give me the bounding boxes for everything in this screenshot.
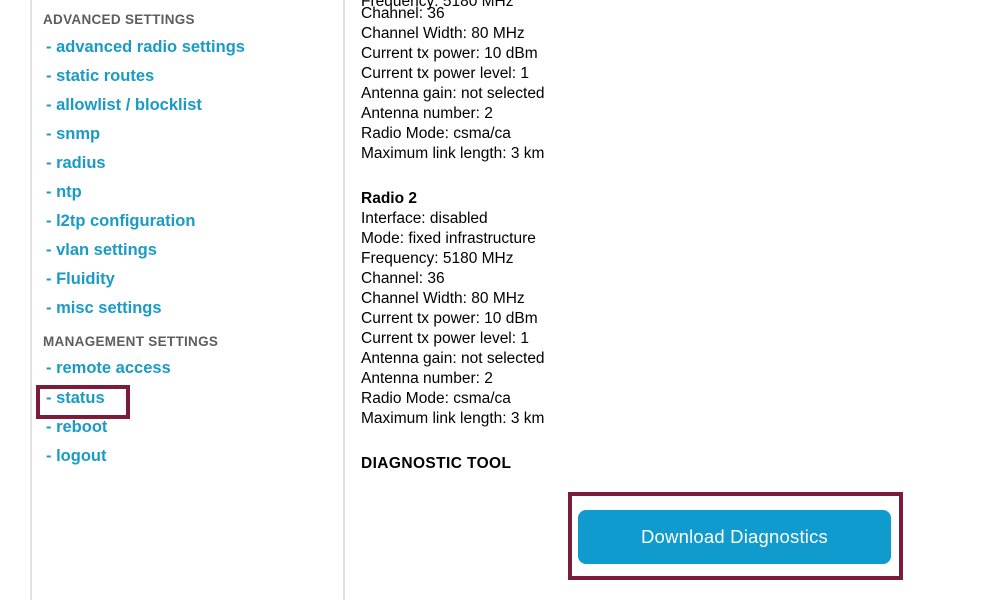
sidebar-item-snmp[interactable]: - snmp bbox=[46, 125, 100, 144]
sidebar-section-title-management-settings: MANAGEMENT SETTINGS bbox=[43, 334, 219, 349]
sidebar-item-static-routes[interactable]: - static routes bbox=[46, 67, 154, 86]
radio2-frequency: Frequency: 5180 MHz bbox=[361, 250, 514, 267]
sidebar-item-reboot[interactable]: - reboot bbox=[46, 418, 107, 437]
radio2-channel: Channel: 36 bbox=[361, 270, 445, 287]
sidebar-item-misc-settings[interactable]: - misc settings bbox=[46, 299, 162, 318]
sidebar-item-allowlist-blocklist[interactable]: - allowlist / blocklist bbox=[46, 96, 202, 115]
radio1-current-tx-power: Current tx power: 10 dBm bbox=[361, 45, 538, 62]
radio2-interface: Interface: disabled bbox=[361, 210, 488, 227]
sidebar-item-vlan-settings[interactable]: - vlan settings bbox=[46, 241, 157, 260]
sidebar-item-remote-access[interactable]: - remote access bbox=[46, 359, 171, 378]
radio1-channel: Channel: 36 bbox=[361, 5, 445, 22]
radio2-current-tx-power-level: Current tx power level: 1 bbox=[361, 330, 529, 347]
download-diagnostics-button[interactable]: Download Diagnostics bbox=[578, 510, 891, 564]
radio2-channel-width: Channel Width: 80 MHz bbox=[361, 290, 525, 307]
status-page: ADVANCED SETTINGS - advanced radio setti… bbox=[0, 0, 999, 600]
radio1-channel-width: Channel Width: 80 MHz bbox=[361, 25, 525, 42]
radio1-radio-mode: Radio Mode: csma/ca bbox=[361, 125, 511, 142]
radio1-antenna-gain: Antenna gain: not selected bbox=[361, 85, 545, 102]
sidebar-item-ntp[interactable]: - ntp bbox=[46, 183, 82, 202]
radio1-current-tx-power-level: Current tx power level: 1 bbox=[361, 65, 529, 82]
radio2-mode: Mode: fixed infrastructure bbox=[361, 230, 536, 247]
sidebar-navigation: ADVANCED SETTINGS - advanced radio setti… bbox=[32, 0, 343, 600]
sidebar-item-radius[interactable]: - radius bbox=[46, 154, 106, 173]
radio2-antenna-number: Antenna number: 2 bbox=[361, 370, 493, 387]
sidebar-item-logout[interactable]: - logout bbox=[46, 447, 106, 466]
sidebar-section-title-advanced-settings: ADVANCED SETTINGS bbox=[43, 12, 195, 27]
sidebar-item-advanced-radio-settings[interactable]: - advanced radio settings bbox=[46, 38, 245, 57]
radio2-radio-mode: Radio Mode: csma/ca bbox=[361, 390, 511, 407]
radio2-maximum-link-length: Maximum link length: 3 km bbox=[361, 410, 545, 427]
sidebar-item-l2tp-configuration[interactable]: - l2tp configuration bbox=[46, 212, 195, 231]
radio1-antenna-number: Antenna number: 2 bbox=[361, 105, 493, 122]
radio2-current-tx-power: Current tx power: 10 dBm bbox=[361, 310, 538, 327]
sidebar-right-rule bbox=[343, 0, 345, 600]
radio2-heading: Radio 2 bbox=[361, 190, 417, 207]
radio2-antenna-gain: Antenna gain: not selected bbox=[361, 350, 545, 367]
sidebar-item-fluidity[interactable]: - Fluidity bbox=[46, 270, 115, 289]
radio1-maximum-link-length: Maximum link length: 3 km bbox=[361, 145, 545, 162]
sidebar-item-status[interactable]: - status bbox=[46, 389, 105, 408]
diagnostic-tool-title: DIAGNOSTIC TOOL bbox=[361, 455, 512, 472]
